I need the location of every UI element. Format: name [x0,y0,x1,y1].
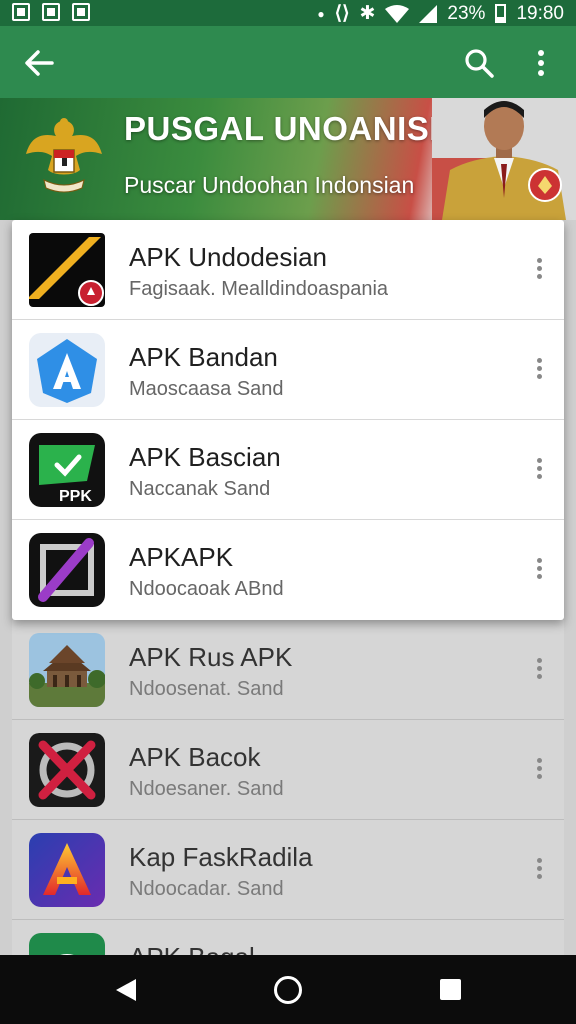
wifi-icon [385,4,410,23]
red-x-icon [29,733,105,807]
app-name: Kap FaskRadila [129,842,313,872]
notification-icon [72,3,90,21]
dot-icon: ● [317,6,325,21]
app-description: Fagisaak. Mealldindoaspania [129,278,389,300]
app-name: APK Bandan [129,342,278,372]
app-description: Ndoocaoak ABnd [129,578,284,600]
notification-icon [42,3,60,21]
more-vert-icon[interactable] [532,358,546,382]
app-description: Ndoocadar. Sand [129,878,284,900]
list-item[interactable]: APK Bandan Maoscaasa Sand [12,320,564,420]
app-name: APK Bascian [129,442,281,472]
portrait-photo [432,98,576,220]
list-item[interactable]: Kap FaskRadila Ndoocadar. Sand [12,820,564,920]
battery-percent: 23% [447,2,486,24]
list-item[interactable]: PPK APK Bascian Naccanak Sand [12,420,564,520]
app-list-card: APK Undodesian Fagisaak. Mealldindoaspan… [12,220,564,620]
app-list-background: APK Rus APK Ndoosenat. Sand APK Bacok Nd… [12,620,564,955]
more-vert-icon[interactable] [532,558,546,582]
notification-icon [12,3,30,21]
app-name: APKAPK [129,542,234,572]
list-item[interactable]: APK Bagal [12,920,564,955]
clock: 19:80 [516,2,564,24]
app-description: Ndoosenat. Sand [129,678,284,700]
more-vert-icon[interactable] [532,758,546,782]
more-vert-icon[interactable] [532,258,546,282]
navigation-bar [0,955,576,1024]
garuda-emblem-icon [26,118,102,193]
vibrate-icon: ⟨⟩ [334,3,350,24]
stripe-icon [29,233,105,307]
app-bar [0,26,576,98]
list-item[interactable]: APK Undodesian Fagisaak. Mealldindoaspan… [12,220,564,320]
system-icons: ● ⟨⟩ ✱ 23% 19:80 [317,2,564,25]
banner: PUSGAL UNOANISII Puscar Undoohan Indonsi… [0,98,576,220]
app-description: Naccanak Sand [129,478,271,500]
notification-icons [12,3,90,21]
nav-back-icon[interactable] [114,977,138,1003]
green-check-ppk-icon: PPK [29,433,105,507]
nav-recents-icon[interactable] [440,979,461,1000]
search-icon[interactable] [462,46,496,80]
bluetooth-icon: ✱ [359,3,376,24]
letter-a-gradient-icon [29,833,105,907]
more-vert-icon[interactable] [526,46,556,80]
app-name: APK Undodesian [129,242,328,272]
list-item[interactable]: APKAPK Ndoocaoak ABnd [12,520,564,620]
banner-title: PUSGAL UNOANISII [124,110,449,147]
purple-slash-icon [29,533,105,607]
svg-text:PPK: PPK [59,488,92,505]
list-item[interactable]: APK Bacok Ndoesaner. Sand [12,720,564,820]
app-name: APK Bacok [129,742,261,772]
battery-icon [495,4,507,23]
list-item[interactable]: APK Rus APK Ndoosenat. Sand [12,620,564,720]
signal-icon [419,4,438,23]
letter-a-blue-icon [29,333,105,407]
nav-home-icon[interactable] [274,976,302,1004]
status-bar: ● ⟨⟩ ✱ 23% 19:80 [0,0,576,26]
banner-subtitle: Puscar Undoohan Indonsian [124,172,415,198]
app-description: Ndoesaner. Sand [129,778,284,800]
app-name: APK Rus APK [129,642,293,672]
more-vert-icon[interactable] [532,658,546,682]
app-name: APK Bagal [129,942,255,955]
green-arc-icon [29,933,105,955]
temple-photo-icon [29,633,105,707]
more-vert-icon[interactable] [532,458,546,482]
arrow-left-icon[interactable] [22,46,56,80]
more-vert-icon[interactable] [532,858,546,882]
app-description: Maoscaasa Sand [129,378,284,400]
